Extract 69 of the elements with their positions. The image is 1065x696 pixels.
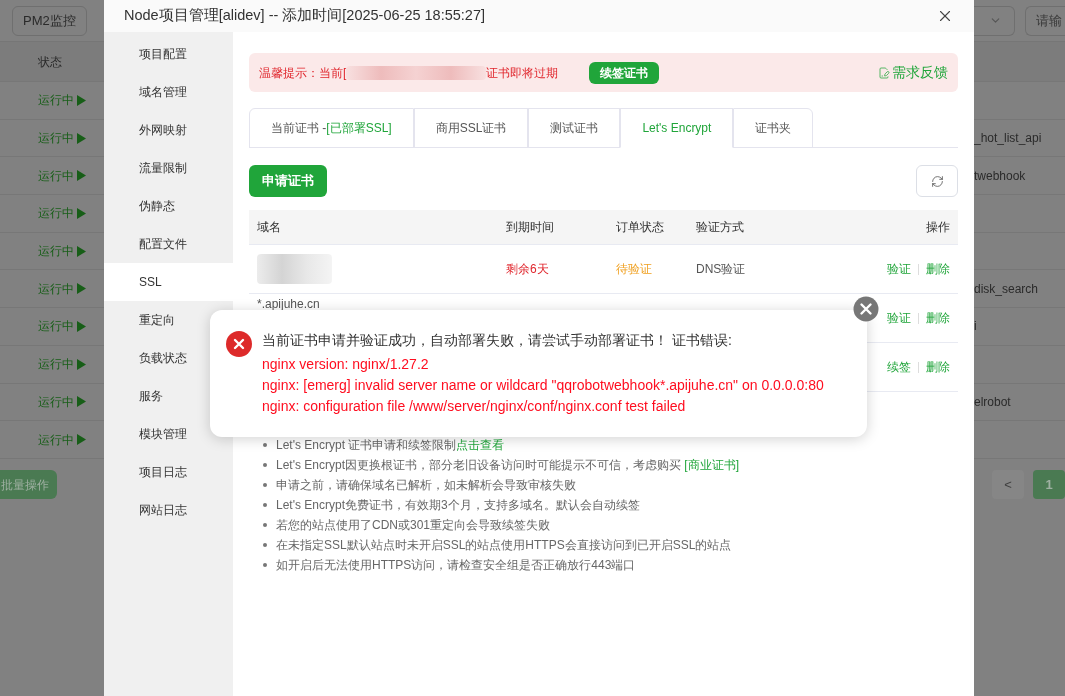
play-icon <box>77 170 86 182</box>
note-text: Let's Encrypt 证书申请和续签限制点击查看 <box>276 437 505 454</box>
close-icon[interactable] <box>853 296 879 322</box>
verify-method: DNS验证 <box>696 262 746 276</box>
warning-text: 温馨提示：当前[ <box>259 64 347 82</box>
edit-icon <box>878 66 890 79</box>
note-text: Let's Encrypt免费证书，有效期3个月，支持多域名。默认会自动续签 <box>276 497 640 514</box>
project-name: _hot_list_api <box>974 130 1042 148</box>
warning-text: 证书即将过期 <box>486 64 559 82</box>
note-text: 在未指定SSL默认站点时未开启SSL的站点使用HTTPS会直接访问到已开启SSL的站点 <box>276 537 732 554</box>
pm2-monitor-button[interactable]: PM2监控 <box>12 5 87 36</box>
tab[interactable]: 测试证书 <box>528 108 621 148</box>
status-text: 运行中 <box>38 204 86 223</box>
sidebar-item[interactable]: SSL <box>104 263 233 301</box>
status-text: 运行中 <box>38 91 86 110</box>
play-icon <box>77 94 86 106</box>
play-icon <box>77 434 86 446</box>
refresh-icon <box>930 174 944 188</box>
sidebar-item[interactable]: 项目配置 <box>104 35 233 73</box>
error-message: 当前证书申请并验证成功，自动部署失败，请尝试手动部署证书！ 证书错误: <box>262 331 733 350</box>
sidebar-item[interactable]: 伪静态 <box>104 187 233 225</box>
status-text: 运行中 <box>38 392 86 411</box>
order-status: 待验证 <box>616 262 652 276</box>
note-text: 申请之前，请确保域名已解析，如未解析会导致审核失败 <box>276 477 576 494</box>
error-detail: nginx: [emerg] invalid server name or wildcard "qqrobotwebhook*.apijuhe.cn" on 0.0.0.0:80 <box>262 376 824 395</box>
note-text: 如开启后无法使用HTTPS访问，请检查安全组是否正确放行443端口 <box>276 557 636 574</box>
status-text: 运行中 <box>38 129 86 148</box>
sidebar-item[interactable]: 域名管理 <box>104 73 233 111</box>
window-title: Node项目管理[alidev] -- 添加时间[2025-06-25 18:55:27] <box>124 6 486 26</box>
status-text: 运行中 <box>38 279 86 298</box>
tab[interactable]: 商用SSL证书 <box>413 108 529 148</box>
status-text: 运行中 <box>38 355 86 374</box>
expiry-text: 剩余6天 <box>506 262 549 276</box>
sidebar-item[interactable]: 项目日志 <box>104 453 233 491</box>
play-icon <box>77 245 86 257</box>
refresh-button[interactable] <box>916 165 958 197</box>
sidebar-item[interactable]: 外网映射 <box>104 111 233 149</box>
project-name: twebhook <box>974 167 1026 185</box>
project-name: disk_search <box>974 280 1039 298</box>
play-icon <box>77 396 86 408</box>
play-icon <box>77 207 86 219</box>
column-header: 到期时间 <box>506 220 554 234</box>
tab[interactable]: 当前证书 -[已部署SSL] <box>249 108 414 148</box>
error-detail: nginx: configuration file /www/server/nginx/conf/nginx.conf test failed <box>262 397 687 416</box>
column-header: 订单状态 <box>616 220 664 234</box>
error-icon <box>226 331 252 357</box>
note-text: Let's Encrypt因更换根证书，部分老旧设备访问时可能提示不可信，考虑购买 [商业证书] <box>276 457 739 474</box>
note-text: 若您的站点使用了CDN或301重定向会导致续签失败 <box>276 517 551 534</box>
sidebar-item[interactable]: 配置文件 <box>104 225 233 263</box>
play-icon <box>77 132 86 144</box>
column-header: 操作 <box>926 220 950 234</box>
column-header: 状态 <box>38 53 62 71</box>
column-header: 域名 <box>257 220 281 234</box>
domain-text: *.apijuhe.cn <box>257 297 320 311</box>
status-text: 运行中 <box>38 166 86 185</box>
project-name: i <box>974 318 977 336</box>
status-text: 运行中 <box>38 430 86 449</box>
status-text: 运行中 <box>38 242 86 261</box>
sidebar-item[interactable]: 流量限制 <box>104 149 233 187</box>
error-detail: nginx version: nginx/1.27.2 <box>262 355 430 374</box>
play-icon <box>77 320 86 332</box>
play-icon <box>77 283 86 295</box>
column-header: 验证方式 <box>696 220 744 234</box>
status-text: 运行中 <box>38 317 86 336</box>
play-icon <box>77 358 86 370</box>
project-name: elrobot <box>974 393 1011 411</box>
sidebar-item[interactable]: 网站日志 <box>104 491 233 529</box>
tab[interactable]: 证书夹 <box>733 108 814 148</box>
search-field[interactable]: 请输 <box>1025 5 1065 36</box>
